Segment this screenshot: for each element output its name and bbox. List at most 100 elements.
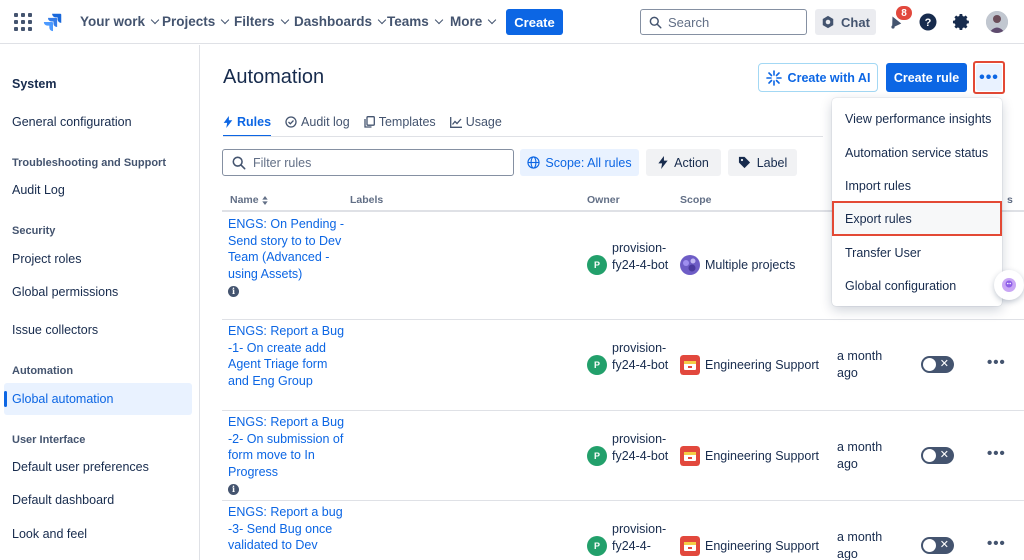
menu-item-export-rules[interactable]: Export rules (832, 201, 1002, 236)
info-icon[interactable]: i (228, 285, 239, 297)
menu-item-automation-service-status[interactable]: Automation service status (832, 136, 1002, 169)
sidebar-item-look-and-feel[interactable]: Look and feel (4, 518, 192, 550)
rule-name-link[interactable]: ENGS: Report a Bug -1- On create add Age… (228, 323, 346, 390)
tab-rules[interactable]: Rules (223, 110, 272, 137)
toggle-off-icon: ✕ (939, 358, 949, 370)
rule-name-text: ENGS: On Pending - Send story to to Dev … (228, 217, 345, 282)
more-actions-button[interactable]: ••• (973, 61, 1005, 94)
chevron-down-icon (280, 15, 289, 25)
rule-enabled-toggle[interactable]: ✕ (921, 447, 954, 464)
owner-avatar: P (587, 355, 607, 375)
nav-filters[interactable]: Filters (234, 14, 289, 29)
menu-item-transfer-user[interactable]: Transfer User (832, 236, 1002, 269)
page-title: Automation (223, 66, 325, 88)
toggle-off-icon: ✕ (939, 449, 949, 461)
rovo-chat-icon (822, 15, 834, 29)
create-button[interactable]: Create (506, 9, 563, 35)
column-header-partial: s (1007, 194, 1013, 206)
column-header-name-label: Name (230, 194, 259, 206)
menu-item-global-configuration[interactable]: Global configuration (832, 269, 1002, 302)
chat-label: Chat (841, 14, 870, 30)
sidebar-item-default-dashboard[interactable]: Default dashboard (4, 484, 192, 516)
row-more-actions-button[interactable]: ••• (987, 535, 1006, 552)
filter-rules-input[interactable]: Filter rules (222, 149, 514, 176)
column-header-scope: Scope (680, 194, 712, 206)
nav-projects[interactable]: Projects (162, 14, 230, 29)
rule-name-link[interactable]: ENGS: Report a Bug -2- On submission of … (228, 414, 346, 495)
row-more-actions-button[interactable]: ••• (987, 445, 1006, 462)
rule-name-link[interactable]: ENGS: Report a bug -3- Send Bug once val… (228, 504, 346, 554)
nav-label: Dashboards (294, 14, 373, 29)
rule-enabled-toggle[interactable]: ✕ (921, 356, 954, 373)
engineering-support-project-icon (680, 355, 700, 375)
create-with-ai-label: Create with AI (787, 70, 871, 85)
table-row: ENGS: Report a Bug -2- On submission of … (222, 411, 1024, 501)
engineering-support-project-icon (680, 536, 700, 556)
tab-usage[interactable]: Usage (449, 110, 502, 134)
more-dots-icon: ••• (976, 64, 1002, 91)
column-header-labels: Labels (350, 194, 384, 206)
create-rule-button[interactable]: Create rule (886, 63, 967, 92)
sort-icon (261, 195, 268, 205)
nav-label: Teams (387, 14, 429, 29)
scope-text: Engineering Support (705, 539, 819, 553)
tab-label: Rules (237, 115, 272, 129)
sidebar-title: System (12, 77, 57, 91)
owner-avatar: P (587, 255, 607, 275)
settings-gear-icon[interactable] (950, 11, 972, 33)
rule-enabled-toggle[interactable]: ✕ (921, 537, 954, 554)
toggle-knob (923, 449, 936, 462)
column-header-name[interactable]: Name (230, 194, 268, 206)
sidebar: System General configuration Troubleshoo… (0, 45, 200, 560)
sidebar-item-global-automation[interactable]: Global automation (4, 383, 192, 415)
action-filter-button[interactable]: Action (646, 149, 721, 176)
toggle-off-icon: ✕ (939, 539, 949, 551)
nav-label: Projects (162, 14, 216, 29)
top-navigation: Your work Projects Filters Dashboards Te… (0, 0, 1024, 44)
tab-label: Usage (465, 115, 502, 129)
nav-teams[interactable]: Teams (387, 14, 444, 29)
sidebar-item-project-roles[interactable]: Project roles (4, 243, 192, 275)
info-icon[interactable]: i (228, 483, 239, 495)
nav-more[interactable]: More (450, 14, 497, 29)
search-input[interactable]: Search (640, 9, 807, 35)
help-icon[interactable]: ? (917, 11, 939, 33)
search-icon (649, 16, 662, 29)
user-avatar[interactable] (986, 11, 1008, 33)
table-row: ENGS: Report a bug -3- Send Bug once val… (222, 501, 1024, 560)
notification-count-badge: 8 (896, 6, 912, 20)
label-filter-button[interactable]: Label (728, 149, 797, 176)
label-filter-label: Label (756, 155, 788, 170)
lightning-icon (223, 116, 233, 128)
row-more-actions-button[interactable]: ••• (987, 354, 1006, 371)
jira-logo-icon[interactable] (42, 11, 64, 33)
nav-your-work[interactable]: Your work (80, 14, 160, 29)
updated-time: a month ago (837, 440, 883, 471)
scope-filter-button[interactable]: Scope: All rules (520, 149, 639, 176)
sidebar-item-default-user-preferences[interactable]: Default user preferences (4, 451, 192, 483)
filter-placeholder: Filter rules (253, 155, 312, 170)
rovo-assistant-button[interactable] (994, 270, 1024, 300)
sidebar-item-general-configuration[interactable]: General configuration (4, 106, 192, 138)
search-placeholder: Search (668, 14, 710, 30)
app-switcher-icon[interactable] (14, 13, 32, 31)
tab-templates[interactable]: Templates (364, 110, 436, 134)
sidebar-item-issue-collectors[interactable]: Issue collectors (4, 314, 192, 346)
chevron-down-icon (221, 15, 230, 25)
rule-name-text: ENGS: Report a Bug -2- On submission of … (228, 415, 345, 480)
nav-label: More (450, 14, 483, 29)
sidebar-item-global-permissions[interactable]: Global permissions (4, 276, 192, 308)
chevron-down-icon (377, 15, 387, 25)
chevron-down-icon (434, 15, 444, 25)
sidebar-item-audit-log[interactable]: Audit Log (4, 174, 192, 206)
rule-name-link[interactable]: ENGS: On Pending - Send story to to Dev … (228, 216, 346, 297)
updated-time: a month ago (837, 349, 883, 380)
chat-button[interactable]: Chat (815, 9, 876, 35)
menu-item-import-rules[interactable]: Import rules (832, 169, 1002, 202)
tab-audit-log[interactable]: Audit log (285, 110, 350, 134)
create-with-ai-button[interactable]: Create with AI (758, 63, 878, 92)
menu-item-view-performance-insights[interactable]: View performance insights (832, 102, 1002, 135)
nav-dashboards[interactable]: Dashboards (294, 14, 387, 29)
sidebar-section-troubleshooting: Troubleshooting and Support (12, 157, 166, 169)
tab-label: Templates (378, 115, 436, 129)
